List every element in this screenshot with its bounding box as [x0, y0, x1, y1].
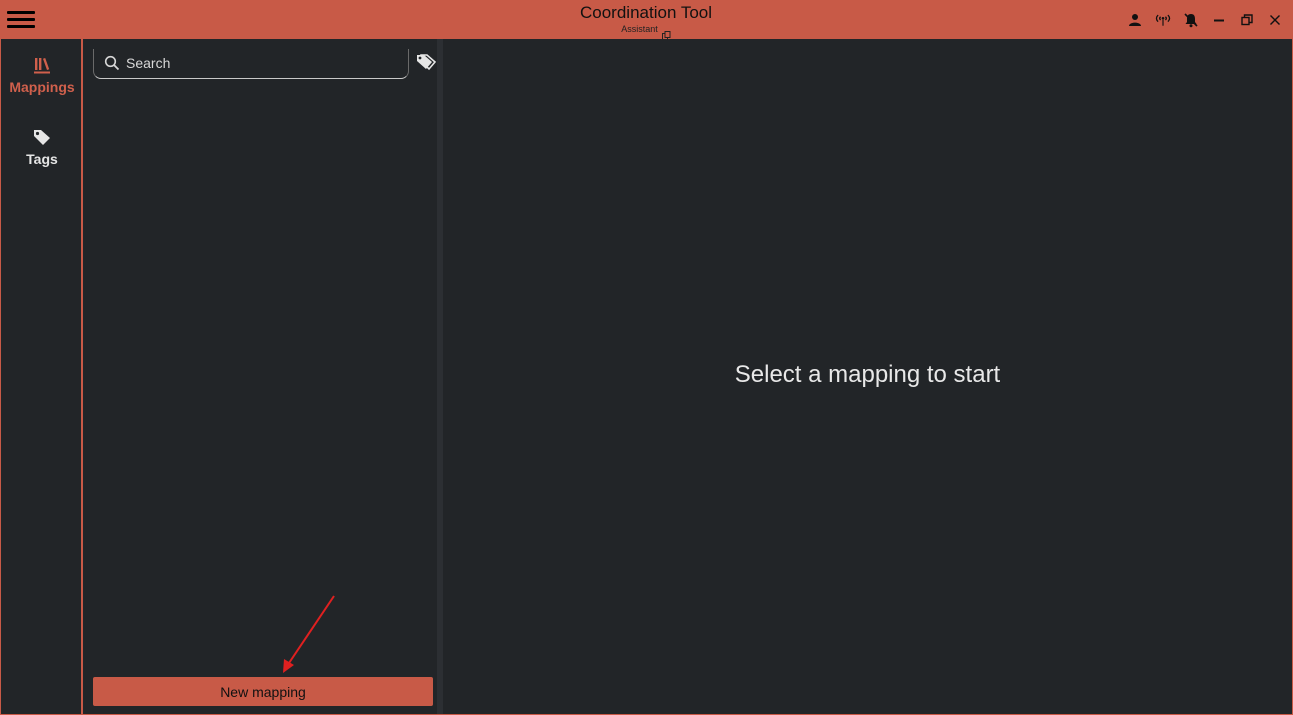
- bell-off-icon[interactable]: [1182, 11, 1200, 29]
- nav-item-label: Tags: [26, 151, 58, 167]
- nav-item-mappings[interactable]: Mappings: [1, 39, 83, 103]
- nav-item-label: Mappings: [9, 79, 75, 95]
- search-icon: [104, 55, 120, 71]
- nav-rail: Mappings Tags: [1, 39, 83, 714]
- close-icon[interactable]: [1266, 11, 1284, 29]
- library-icon: [33, 53, 51, 77]
- user-icon[interactable]: [1126, 11, 1144, 29]
- search-input[interactable]: [126, 52, 396, 74]
- title-area: Coordination Tool Assistant: [546, 3, 746, 40]
- annotation-arrow: [283, 595, 335, 673]
- app-subtitle: Assistant: [621, 24, 658, 34]
- tags-filter-icon[interactable]: [415, 53, 437, 71]
- menu-icon[interactable]: [7, 10, 35, 30]
- mappings-list-panel: New mapping: [85, 39, 437, 714]
- restore-icon[interactable]: [1238, 11, 1256, 29]
- tag-icon: [32, 125, 52, 149]
- new-mapping-button[interactable]: New mapping: [93, 677, 433, 706]
- title-bar-actions: [1126, 11, 1284, 29]
- main-content: Select a mapping to start: [443, 39, 1292, 714]
- title-bar: Coordination Tool Assistant: [1, 1, 1292, 40]
- minimize-icon[interactable]: [1210, 11, 1228, 29]
- subtitle-row: Assistant: [546, 24, 746, 40]
- nav-item-tags[interactable]: Tags: [1, 111, 83, 175]
- app-title: Coordination Tool: [580, 3, 712, 22]
- search-box: [93, 49, 409, 79]
- app-window: Coordination Tool Assistant Mappings Tag…: [0, 0, 1293, 715]
- copy-icon[interactable]: [661, 25, 671, 40]
- empty-state-message: Select a mapping to start: [734, 361, 1001, 388]
- broadcast-icon[interactable]: [1154, 11, 1172, 29]
